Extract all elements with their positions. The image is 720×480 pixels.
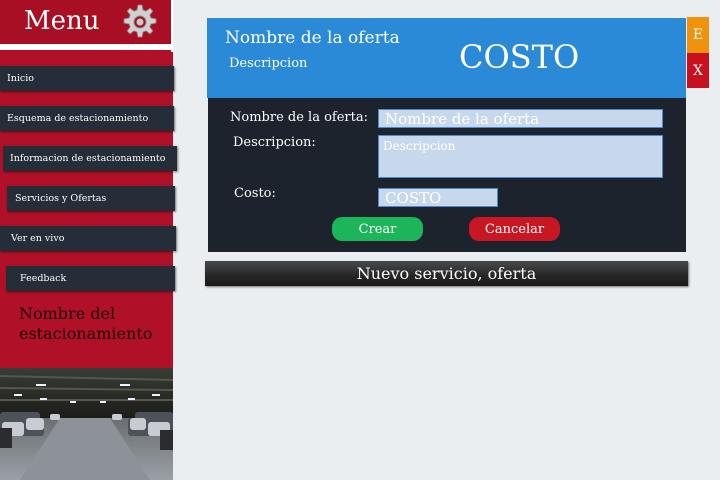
sidebar-item-label: Servicios y Ofertas	[15, 193, 107, 204]
edit-button[interactable]: E	[687, 17, 709, 53]
sidebar-item-feedback[interactable]: Feedback	[6, 266, 175, 291]
new-offer-title: Nuevo servicio, oferta	[356, 264, 537, 283]
sidebar-item-label: Ver en vivo	[11, 233, 65, 244]
delete-button-label: X	[693, 62, 703, 79]
offer-name-input[interactable]	[378, 109, 663, 128]
offer-cost-input[interactable]	[378, 188, 498, 207]
new-offer-title-bar: Nuevo servicio, oferta	[205, 261, 688, 286]
sidebar-item-label: Informacion de estacionamiento	[10, 153, 166, 164]
cancel-button[interactable]: Cancelar	[469, 217, 560, 241]
edit-button-label: E	[692, 27, 704, 43]
sidebar-item-inicio[interactable]: Inicio	[0, 66, 174, 91]
sidebar-item-label: Inicio	[7, 73, 34, 84]
create-button[interactable]: Crear	[332, 217, 423, 241]
new-offer-form: Nombre de la oferta: Descripcion: Costo:…	[208, 98, 686, 252]
sidebar-item-informacion[interactable]: Informacion de estacionamiento	[3, 146, 177, 171]
offer-name: Nombre de la oferta	[225, 28, 400, 48]
sidebar-item-label: Feedback	[20, 273, 67, 284]
menu-header: Menu	[0, 0, 173, 44]
gear-icon[interactable]	[122, 4, 158, 40]
menu-divider	[0, 44, 173, 50]
offer-cost: COSTO	[459, 38, 580, 76]
menu-title: Menu	[24, 6, 100, 36]
offer-cost-label: Costo:	[234, 186, 276, 201]
offer-description-label: Descripcion:	[233, 135, 316, 150]
sidebar-item-esquema[interactable]: Esquema de estacionamiento	[0, 106, 174, 131]
sidebar-item-servicios[interactable]: Servicios y Ofertas	[7, 186, 175, 211]
offer-description: Descripcion	[229, 56, 308, 71]
parking-garage-photo	[0, 368, 173, 480]
offer-name-label: Nombre de la oferta:	[230, 110, 368, 125]
offer-description-input[interactable]	[378, 135, 663, 178]
menu-divider-vertical	[171, 0, 173, 52]
sidebar-item-label: Esquema de estacionamiento	[7, 113, 149, 124]
sidebar-item-ver-en-vivo[interactable]: Ver en vivo	[0, 226, 176, 251]
parking-lot-name: Nombre del estacionamiento	[19, 304, 153, 343]
delete-button[interactable]: X	[687, 53, 709, 88]
sidebar: Menu Inicio Esquema de estacionamiento I…	[0, 0, 177, 480]
offer-card: Nombre de la oferta Descripcion COSTO	[207, 18, 686, 98]
